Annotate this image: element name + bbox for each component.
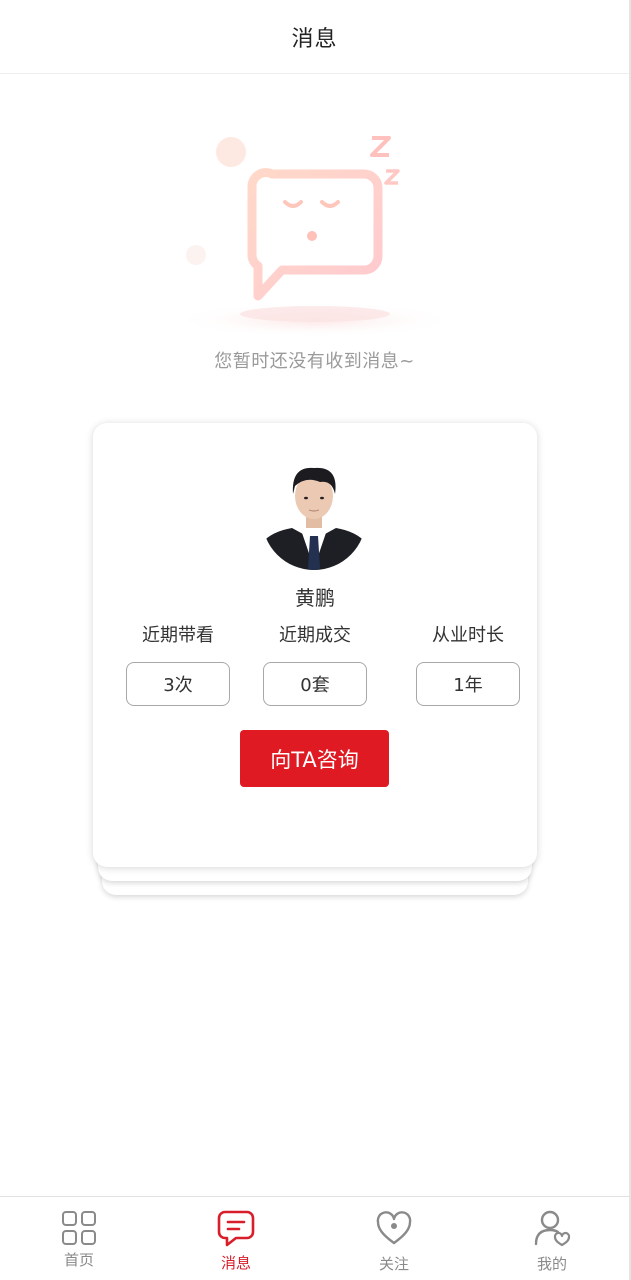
agent-name: 黄鹏 <box>295 586 335 610</box>
tab-label-home: 首页 <box>63 1251 94 1269</box>
tab-label-mine: 我的 <box>536 1255 567 1273</box>
empty-state-text: 您暂时还没有收到消息~ <box>214 351 415 372</box>
consult-agent-button[interactable]: 向TA咨询 <box>240 730 389 787</box>
page-header: 消息 <box>0 0 629 74</box>
agent-card-stack: 黄鹏 近期带看 近期成交 从业时长 3次 0套 1年 向TA咨询 <box>93 423 537 898</box>
tab-messages[interactable]: 消息 <box>176 1197 296 1280</box>
agent-card: 黄鹏 近期带看 近期成交 从业时长 3次 0套 1年 向TA咨询 <box>93 423 537 867</box>
tab-home[interactable]: 首页 <box>19 1197 139 1280</box>
heart-icon <box>376 1211 412 1245</box>
page-title: 消息 <box>291 26 338 52</box>
stat-label-recent-viewings: 近期带看 <box>142 625 214 646</box>
user-heart-icon <box>534 1210 571 1247</box>
grid-icon <box>62 1211 96 1245</box>
stat-label-recent-deals: 近期成交 <box>279 625 351 646</box>
agent-avatar[interactable] <box>262 456 366 571</box>
bottom-tab-bar: 首页 消息 关注 我的 <box>0 1196 629 1280</box>
tab-label-follow: 关注 <box>378 1255 409 1273</box>
stat-value-recent-deals: 0套 <box>263 662 367 706</box>
stat-value-experience: 1年 <box>416 662 520 706</box>
tab-follow[interactable]: 关注 <box>334 1197 454 1280</box>
tab-mine[interactable]: 我的 <box>492 1197 612 1280</box>
stat-value-recent-viewings: 3次 <box>126 662 230 706</box>
message-icon <box>217 1210 255 1247</box>
tab-label-messages: 消息 <box>220 1254 251 1272</box>
sleeping-chat-bubble-icon <box>170 136 460 338</box>
stat-label-experience: 从业时长 <box>432 625 504 646</box>
